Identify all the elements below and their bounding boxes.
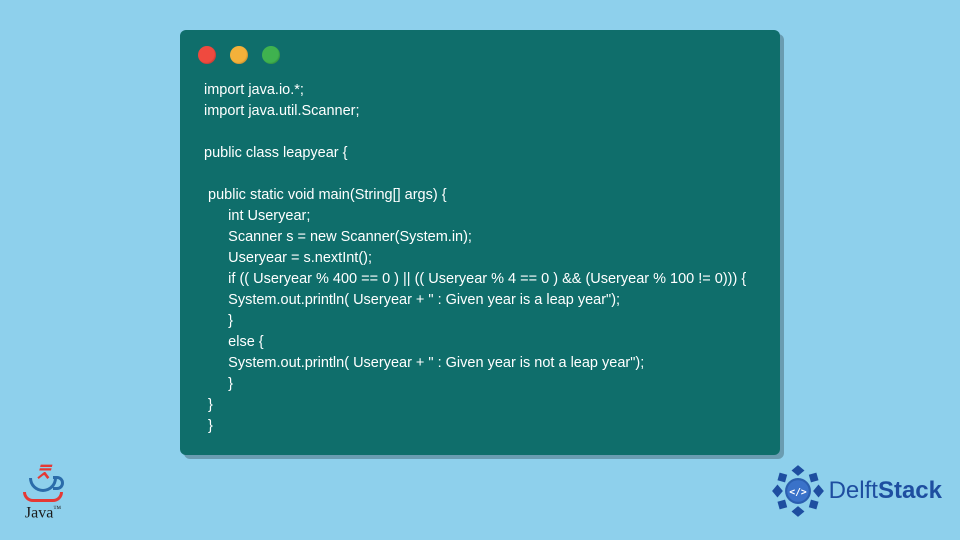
- java-logo-text: Java™: [18, 504, 68, 522]
- delftstack-logo-text: DelftStack: [829, 477, 942, 505]
- delftstack-badge-icon: </>: [771, 464, 825, 518]
- java-cup-icon: [29, 478, 57, 492]
- java-saucer-icon: [23, 492, 63, 502]
- code-window: import java.io.*; import java.util.Scann…: [180, 30, 780, 455]
- minimize-icon[interactable]: [230, 46, 248, 64]
- window-traffic-lights: [180, 30, 780, 74]
- code-block: import java.io.*; import java.util.Scann…: [180, 74, 780, 437]
- zoom-icon[interactable]: [262, 46, 280, 64]
- close-icon[interactable]: [198, 46, 216, 64]
- code-glyph-icon: </>: [789, 487, 807, 498]
- java-logo: ⌆ Java™: [18, 463, 68, 522]
- delftstack-logo: </> DelftStack: [771, 464, 942, 518]
